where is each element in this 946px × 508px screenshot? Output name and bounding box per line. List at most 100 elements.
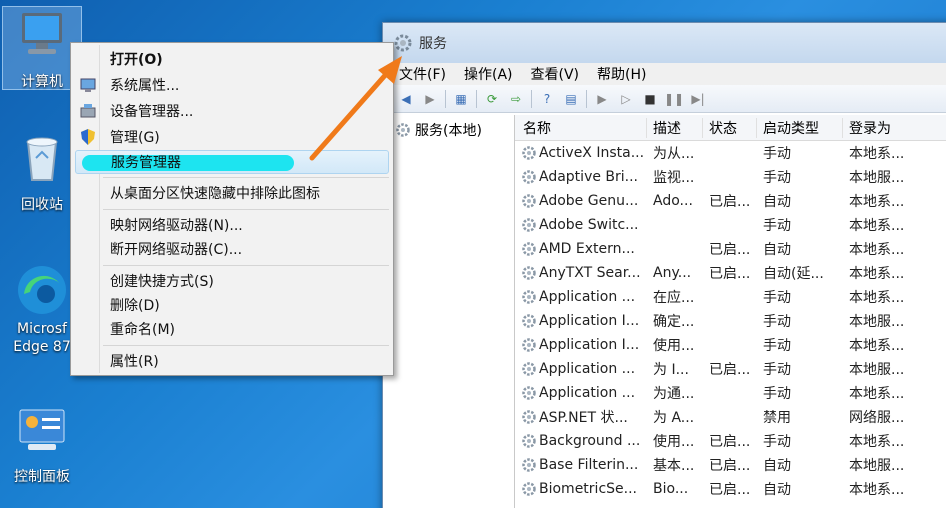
row-startup-type-cell: 手动 xyxy=(757,311,843,331)
row-name-cell: Application I... xyxy=(515,337,647,353)
menu-item-open[interactable]: 打开(O) xyxy=(75,47,389,71)
row-description-cell: 在应... xyxy=(647,287,703,307)
row-log-on-as-cell: 本地服... xyxy=(843,311,923,331)
row-name: ASP.NET 状... xyxy=(539,410,628,426)
window-title: 服务 xyxy=(419,36,447,52)
menu-item-device-manager[interactable]: 设备管理器... xyxy=(75,99,389,123)
row-description-cell: 基本... xyxy=(647,455,703,475)
column-header-description[interactable]: 描述 xyxy=(647,117,703,138)
stop-service-icon[interactable]: ■ xyxy=(641,90,659,108)
device-manager-icon xyxy=(80,104,96,118)
row-startup-type-cell: 自动 xyxy=(757,191,843,211)
row-log-on-as-cell: 本地系... xyxy=(843,215,923,235)
row-log-on-as: 本地系... xyxy=(849,146,905,162)
table-row[interactable]: Application I... 确定... 手动 本地服... xyxy=(515,309,946,333)
service-gear-icon xyxy=(522,314,536,328)
refresh-icon[interactable]: ⟳ xyxy=(483,90,501,108)
row-description: Any... xyxy=(653,265,692,281)
column-header-log-on-as[interactable]: 登录为 xyxy=(843,118,923,138)
properties-icon[interactable]: ▤ xyxy=(562,90,580,108)
row-name: BiometricSe... xyxy=(539,481,637,497)
table-row[interactable]: Adobe Genu... Ado... 已启... 自动 本地系... xyxy=(515,189,946,213)
row-log-on-as-cell: 本地系... xyxy=(843,287,923,307)
row-name-cell: ASP.NET 状... xyxy=(515,407,647,427)
service-gear-icon xyxy=(522,266,536,280)
menu-item-system-properties[interactable]: 系统属性... xyxy=(75,73,389,97)
table-row[interactable]: Adaptive Bri... 监视... 手动 本地服... xyxy=(515,165,946,189)
menu-file[interactable]: 文件(F) xyxy=(399,64,446,84)
service-gear-icon xyxy=(522,386,536,400)
row-description-cell: 为从... xyxy=(647,143,703,163)
row-status: 已启... xyxy=(709,362,751,378)
row-log-on-as: 本地系... xyxy=(849,338,905,354)
menu-item-delete[interactable]: 删除(D) xyxy=(75,293,389,317)
table-row[interactable]: ASP.NET 状... 为 A... 禁用 网络服... xyxy=(515,405,946,429)
row-log-on-as: 本地系... xyxy=(849,194,905,210)
table-row[interactable]: Application ... 为通... 手动 本地系... xyxy=(515,381,946,405)
pause-service-icon[interactable]: ❚❚ xyxy=(664,90,684,108)
table-row[interactable]: Application I... 使用... 手动 本地系... xyxy=(515,333,946,357)
row-startup-type: 手动 xyxy=(763,146,791,162)
column-header-startup-type[interactable]: 启动类型 xyxy=(757,117,843,138)
row-name-cell: Base Filterin... xyxy=(515,457,647,473)
row-name: Application I... xyxy=(539,313,640,329)
menu-view[interactable]: 查看(V) xyxy=(531,64,580,84)
row-startup-type-cell: 手动 xyxy=(757,215,843,235)
row-description: 为 A... xyxy=(653,410,695,426)
menu-item-properties[interactable]: 属性(R) xyxy=(75,349,389,373)
row-log-on-as: 本地系... xyxy=(849,218,905,234)
show-hide-tree-icon[interactable]: ▦ xyxy=(452,90,470,108)
window-content: 服务(本地) 名称 描述 状态 启动类型 登录为 ActiveX Insta..… xyxy=(383,115,946,508)
menu-bar: 文件(F) 操作(A) 查看(V) 帮助(H) xyxy=(383,63,946,85)
row-startup-type: 自动 xyxy=(763,242,791,258)
row-log-on-as: 本地服... xyxy=(849,458,905,474)
table-row[interactable]: AnyTXT Sear... Any... 已启... 自动(延... 本地系... xyxy=(515,261,946,285)
table-row[interactable]: Adobe Switc... 手动 本地系... xyxy=(515,213,946,237)
menu-item-label: 断开网络驱动器(C)... xyxy=(110,242,243,258)
tree-item-services-local[interactable]: 服务(本地) xyxy=(383,119,514,141)
menu-item-label: 删除(D) xyxy=(110,298,160,314)
row-name-cell: AnyTXT Sear... xyxy=(515,265,647,281)
table-row[interactable]: Application ... 为 I... 已启... 手动 本地服... xyxy=(515,357,946,381)
column-header-status[interactable]: 状态 xyxy=(703,117,757,138)
table-row[interactable]: ActiveX Insta... 为从... 手动 本地系... xyxy=(515,141,946,165)
row-description: 使用... xyxy=(653,434,695,450)
list-header: 名称 描述 状态 启动类型 登录为 xyxy=(515,115,946,141)
menu-item-label: 管理(G) xyxy=(110,130,160,146)
row-status-cell: 已启... xyxy=(703,239,757,259)
menu-item-label: 系统属性... xyxy=(110,78,180,94)
start-service-alt-icon[interactable]: ▷ xyxy=(617,90,635,108)
forward-icon[interactable]: ▶ xyxy=(421,90,439,108)
back-icon[interactable]: ◀ xyxy=(397,90,415,108)
row-name: ActiveX Insta... xyxy=(539,145,645,161)
row-name-cell: BiometricSe... xyxy=(515,481,647,497)
column-header-name[interactable]: 名称 xyxy=(515,117,647,138)
menu-item-disconnect-network-drive[interactable]: 断开网络驱动器(C)... xyxy=(75,237,389,261)
toolbar-separator xyxy=(586,89,587,108)
row-startup-type-cell: 手动 xyxy=(757,359,843,379)
start-service-icon[interactable]: ▶ xyxy=(593,90,611,108)
window-titlebar[interactable]: 服务 xyxy=(383,23,946,63)
menu-item-service-manager[interactable]: 服务管理器 xyxy=(75,150,389,174)
row-log-on-as-cell: 本地系... xyxy=(843,431,923,451)
table-row[interactable]: AMD Extern... 已启... 自动 本地系... xyxy=(515,237,946,261)
context-menu: 打开(O) 系统属性... 设备管理器... 管理(G) 服务管理器 从桌面分区… xyxy=(70,42,394,376)
table-row[interactable]: Application ... 在应... 手动 本地系... xyxy=(515,285,946,309)
table-row[interactable]: BiometricSe... Bio... 已启... 自动 本地系... xyxy=(515,477,946,501)
menu-action[interactable]: 操作(A) xyxy=(464,64,513,84)
export-list-icon[interactable]: ⇨ xyxy=(507,90,525,108)
restart-service-icon[interactable]: ▶| xyxy=(689,90,707,108)
help-icon[interactable]: ? xyxy=(538,90,556,108)
menu-item-map-network-drive[interactable]: 映射网络驱动器(N)... xyxy=(75,213,389,237)
menu-item-manage[interactable]: 管理(G) xyxy=(75,125,389,149)
desktop-icon-control-panel[interactable]: 控制面板 xyxy=(2,402,82,486)
menu-help[interactable]: 帮助(H) xyxy=(597,64,646,84)
row-log-on-as-cell: 本地系... xyxy=(843,143,923,163)
table-row[interactable]: Base Filterin... 基本... 已启... 自动 本地服... xyxy=(515,453,946,477)
menu-item-exclude-from-fences[interactable]: 从桌面分区快速隐藏中排除此图标 xyxy=(75,181,389,205)
menu-item-create-shortcut[interactable]: 创建快捷方式(S) xyxy=(75,269,389,293)
row-status-cell: 已启... xyxy=(703,359,757,379)
menu-item-rename[interactable]: 重命名(M) xyxy=(75,317,389,341)
table-row[interactable]: Background ... 使用... 已启... 手动 本地系... xyxy=(515,429,946,453)
menu-separator xyxy=(103,177,389,178)
